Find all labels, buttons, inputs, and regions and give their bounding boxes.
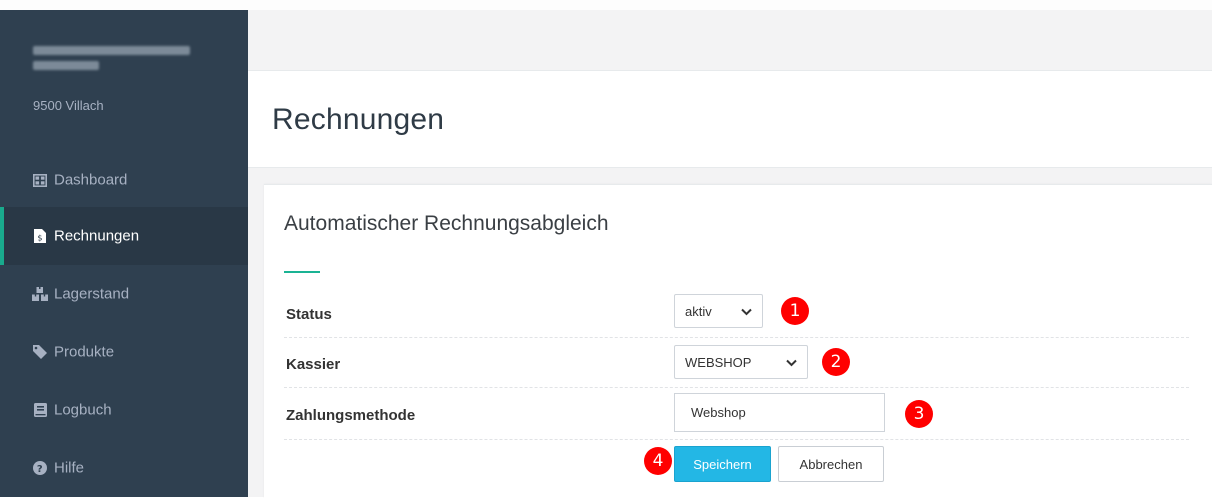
row-divider bbox=[284, 337, 1189, 338]
org-city: 9500 Villach bbox=[33, 98, 104, 113]
page-heading: Rechnungen bbox=[248, 71, 1212, 168]
help-icon: ? bbox=[32, 460, 48, 476]
sidebar-item-label: Logbuch bbox=[54, 401, 112, 419]
zahlungsmethode-input[interactable]: Webshop bbox=[674, 393, 885, 432]
sidebar-item-label: Produkte bbox=[54, 343, 115, 361]
card-title: Automatischer Rechnungsabgleich bbox=[284, 212, 609, 235]
marker-badge-3: 3 bbox=[905, 400, 933, 428]
org-info: 9500 Villach bbox=[33, 46, 190, 113]
sidebar-item-dashboard[interactable]: Dashboard bbox=[0, 151, 248, 209]
org-name-redacted bbox=[33, 46, 190, 55]
marker-badge-2: 2 bbox=[822, 348, 850, 376]
svg-text:$: $ bbox=[37, 234, 42, 243]
cancel-button[interactable]: Abbrechen bbox=[778, 446, 884, 482]
kassier-select[interactable]: WEBSHOP bbox=[674, 345, 808, 379]
row-divider bbox=[284, 439, 1189, 440]
status-select[interactable]: aktiv bbox=[674, 294, 763, 328]
row-divider bbox=[284, 387, 1189, 388]
status-label: Status bbox=[286, 306, 332, 323]
marker-badge-1: 1 bbox=[781, 297, 809, 325]
save-button[interactable]: Speichern bbox=[674, 446, 771, 482]
invoice-icon: $ bbox=[32, 228, 48, 244]
marker-badge-4: 4 bbox=[644, 447, 672, 475]
tag-icon bbox=[32, 344, 48, 360]
sidebar-item-lagerstand[interactable]: Lagerstand bbox=[0, 265, 248, 323]
main-content: Automatischer Rechnungsabgleich Status a… bbox=[248, 168, 1212, 498]
sidebar-item-label: Hilfe bbox=[54, 459, 85, 477]
sidebar-item-rechnungen[interactable]: $ Rechnungen bbox=[0, 207, 248, 265]
book-icon bbox=[32, 402, 48, 418]
sidebar-item-label: Dashboard bbox=[54, 171, 128, 189]
sidebar-item-label: Rechnungen bbox=[54, 227, 140, 245]
sidebar: 9500 Villach Dashboard $ Rechnungen Lage… bbox=[0, 10, 248, 497]
title-underline bbox=[284, 271, 320, 273]
kassier-select-value: WEBSHOP bbox=[685, 354, 752, 370]
sidebar-item-logbuch[interactable]: Logbuch bbox=[0, 381, 248, 439]
page-title: Rechnungen bbox=[272, 103, 445, 136]
zahlungsmethode-input-value: Webshop bbox=[691, 405, 746, 420]
chevron-down-icon bbox=[741, 304, 752, 319]
zahlungsmethode-label: Zahlungsmethode bbox=[286, 407, 416, 424]
dashboard-icon bbox=[32, 172, 48, 188]
chevron-down-icon bbox=[786, 355, 797, 370]
settings-card: Automatischer Rechnungsabgleich Status a… bbox=[264, 184, 1212, 498]
status-select-value: aktiv bbox=[685, 303, 712, 319]
org-street-redacted bbox=[33, 61, 99, 70]
sidebar-item-label: Lagerstand bbox=[54, 285, 130, 303]
sidebar-item-hilfe[interactable]: ? Hilfe bbox=[0, 439, 248, 497]
boxes-icon bbox=[32, 286, 48, 302]
kassier-label: Kassier bbox=[286, 356, 341, 373]
top-fade bbox=[0, 0, 1212, 10]
sidebar-item-produkte[interactable]: Produkte bbox=[0, 323, 248, 381]
svg-text:?: ? bbox=[37, 464, 43, 475]
top-bar bbox=[248, 10, 1212, 71]
